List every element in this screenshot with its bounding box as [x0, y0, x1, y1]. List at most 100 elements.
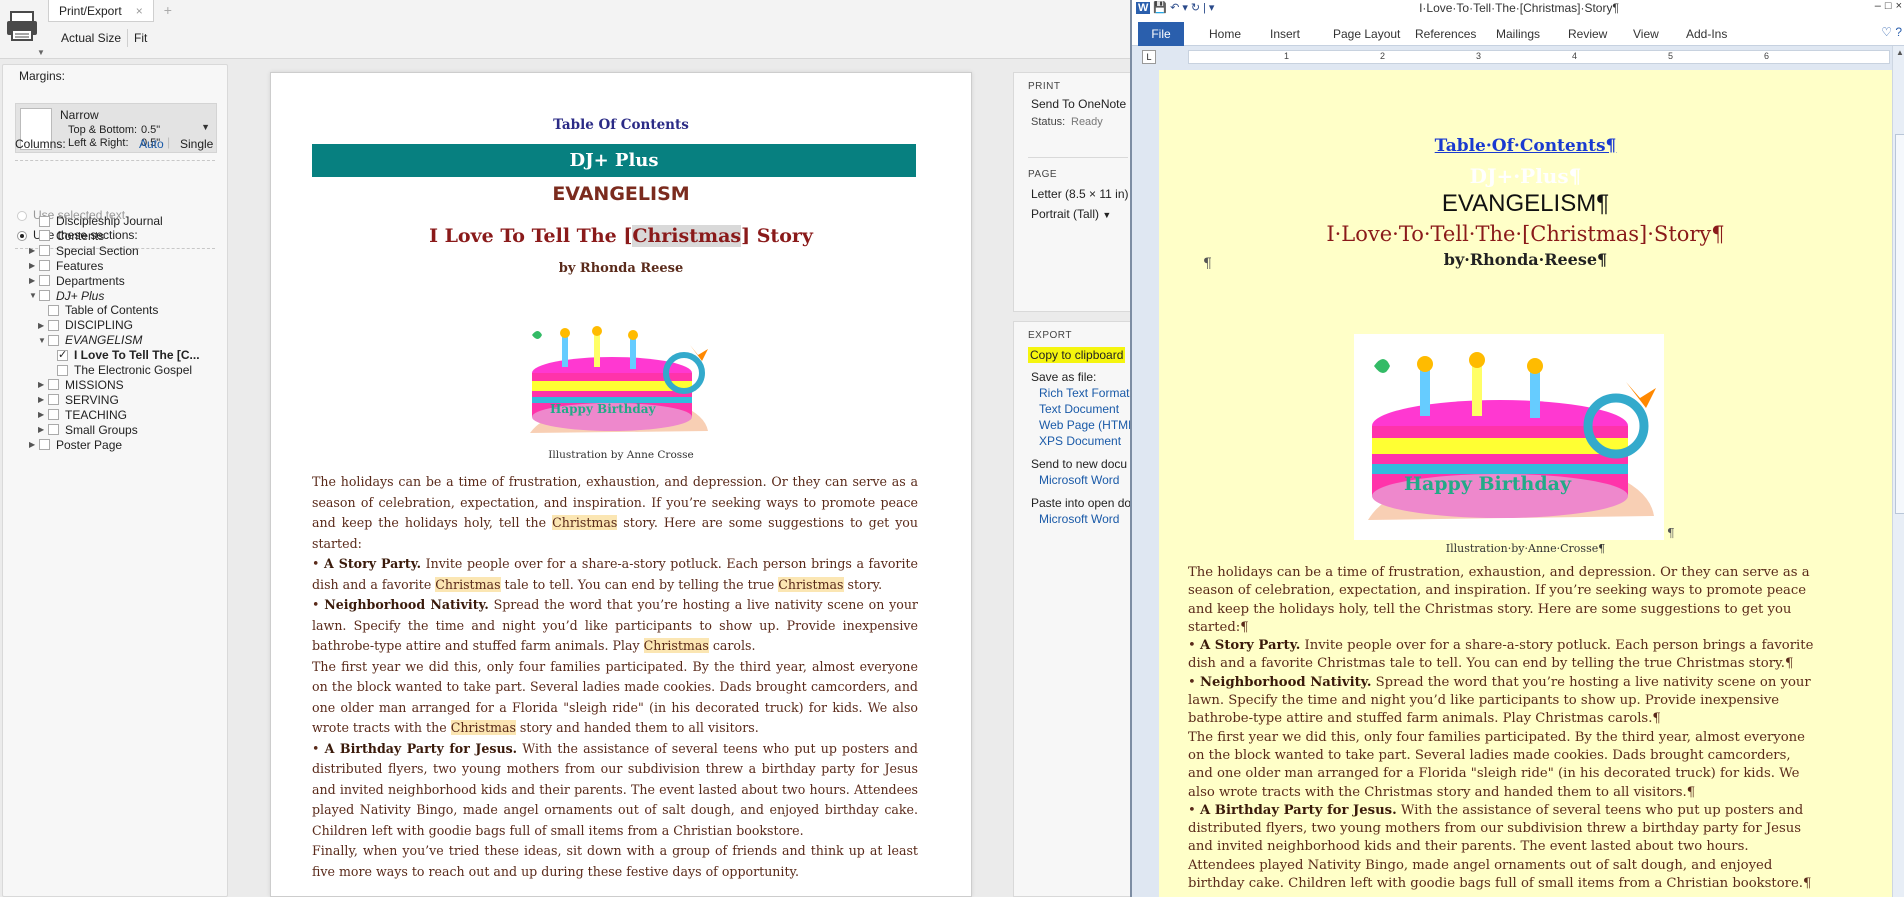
- tree-checkbox[interactable]: [48, 304, 59, 316]
- ribbon-minimize-icon[interactable]: ♡: [1881, 25, 1892, 39]
- chevron-down-icon: ▼: [1102, 210, 1112, 220]
- tab-stop-selector[interactable]: L: [1142, 50, 1156, 64]
- tree-item-label: SERVING: [65, 392, 119, 407]
- margins-label: Margins:: [19, 69, 66, 83]
- copy-to-clipboard-button[interactable]: Copy to clipboard: [1028, 347, 1126, 363]
- paragraph-text: Finally, when you’ve tried these ideas, …: [312, 843, 918, 879]
- collapse-icon[interactable]: ▼: [38, 336, 48, 345]
- tree-checkbox[interactable]: [39, 230, 50, 242]
- body-paragraph: The holidays can be a time of frustratio…: [312, 472, 918, 554]
- tab-view[interactable]: View: [1633, 27, 1659, 41]
- fit-button[interactable]: Fit: [128, 29, 153, 47]
- use-sections-radio[interactable]: [17, 231, 27, 241]
- status-value: Ready: [1071, 116, 1103, 128]
- tab-print-export[interactable]: Print/Export ×: [48, 0, 154, 22]
- tab-page-layout[interactable]: Page Layout: [1333, 27, 1400, 41]
- tree-checkbox[interactable]: [48, 319, 59, 331]
- doc-body[interactable]: The holidays can be a time of frustratio…: [1188, 564, 1818, 893]
- tree-item[interactable]: ▶ Poster Page: [29, 436, 122, 454]
- tree-checkbox[interactable]: [39, 215, 50, 227]
- tree-checkbox[interactable]: [48, 409, 59, 421]
- paste-open-word-link[interactable]: Microsoft Word: [1039, 512, 1119, 526]
- expand-icon[interactable]: ▶: [29, 276, 39, 285]
- export-panel: PRINT Send To OneNote 2 Status: Ready PA…: [1013, 72, 1136, 897]
- title-part: I Love To Tell The [: [429, 225, 633, 247]
- bullet-item: • Neighborhood Nativity. Spread the word…: [312, 595, 918, 657]
- print-export-app: ▼ Print/Export × + Actual Size Fit Margi…: [0, 0, 1136, 897]
- preview-title: I Love To Tell The [Christmas] Story: [271, 225, 971, 247]
- expand-icon[interactable]: ▶: [38, 380, 48, 389]
- use-selected-text-radio[interactable]: [17, 211, 27, 221]
- format-rtf-link[interactable]: Rich Text Format: [1039, 386, 1129, 400]
- expand-icon[interactable]: ▶: [38, 321, 48, 330]
- tree-checkbox[interactable]: [48, 379, 59, 391]
- ruler-number: 4: [1572, 51, 1578, 61]
- send-new-word-link[interactable]: Microsoft Word: [1039, 473, 1119, 487]
- tree-checkbox[interactable]: [39, 275, 50, 287]
- expand-icon[interactable]: ▶: [29, 246, 39, 255]
- expand-icon[interactable]: ▶: [29, 440, 39, 449]
- tree-checkbox[interactable]: [39, 290, 50, 301]
- actual-size-button[interactable]: Actual Size: [55, 29, 129, 47]
- tree-item-label: Features: [56, 258, 104, 273]
- expand-icon[interactable]: ▶: [38, 425, 48, 434]
- tab-home[interactable]: Home: [1209, 27, 1241, 41]
- tree-item-label: Small Groups: [65, 422, 138, 437]
- print-heading: PRINT: [1028, 81, 1061, 92]
- tab-review[interactable]: Review: [1568, 27, 1607, 41]
- tree-checkbox[interactable]: [48, 334, 59, 346]
- tab-mailings[interactable]: Mailings: [1496, 27, 1540, 41]
- minimize-icon[interactable]: –: [1875, 0, 1881, 12]
- collapse-icon[interactable]: ▼: [29, 291, 39, 300]
- close-icon[interactable]: ×: [1896, 0, 1902, 12]
- left-right-label: Left & Right:: [68, 137, 129, 149]
- save-as-file-label: Save as file:: [1031, 370, 1097, 384]
- send-onenote-button[interactable]: Send To OneNote 2: [1031, 97, 1136, 111]
- scroll-thumb[interactable]: [1895, 134, 1904, 514]
- word-document-page[interactable]: Table·Of·Contents¶ DJ+·Plus¶ EVANGELISM¶…: [1159, 70, 1892, 897]
- doc-toc-heading[interactable]: Table·Of·Contents¶: [1159, 136, 1892, 156]
- tree-checkbox[interactable]: [39, 260, 50, 272]
- paper-size-dropdown[interactable]: Letter (8.5 × 11 in): [1031, 187, 1129, 201]
- birthday-cake-illustration[interactable]: Happy Birthday: [1354, 334, 1664, 540]
- title-highlight: Christmas: [632, 225, 742, 247]
- columns-auto-button[interactable]: Auto: [139, 137, 164, 151]
- expand-icon[interactable]: ▶: [38, 410, 48, 419]
- printer-icon[interactable]: [4, 8, 40, 44]
- expand-icon[interactable]: ▶: [29, 261, 39, 270]
- columns-single-button[interactable]: Single: [180, 137, 213, 151]
- tab-add-ins[interactable]: Add-Ins: [1686, 27, 1727, 41]
- file-tab[interactable]: File: [1138, 22, 1184, 46]
- divider: [15, 160, 215, 161]
- format-xps-link[interactable]: XPS Document: [1039, 434, 1121, 448]
- top-bottom-label: Top & Bottom:: [68, 124, 138, 136]
- bullet-heading: A Story Party.: [1199, 638, 1301, 654]
- format-txt-link[interactable]: Text Document: [1039, 402, 1119, 416]
- print-menu-caret-icon[interactable]: ▼: [37, 48, 45, 57]
- tree-checkbox[interactable]: [48, 424, 59, 436]
- add-tab-icon[interactable]: +: [154, 0, 182, 22]
- tree-checkbox[interactable]: [48, 394, 59, 406]
- format-html-link[interactable]: Web Page (HTML: [1039, 418, 1135, 432]
- word-ribbon-tabs: File Home Insert Page Layout References …: [1132, 19, 1904, 46]
- expand-icon[interactable]: ▶: [38, 395, 48, 404]
- tab-insert[interactable]: Insert: [1270, 27, 1300, 41]
- tab-references[interactable]: References: [1415, 27, 1476, 41]
- help-icon[interactable]: ?: [1895, 25, 1902, 39]
- top-bottom-value: 0.5": [141, 124, 161, 136]
- tree-checkbox[interactable]: [39, 245, 50, 257]
- close-icon[interactable]: ×: [136, 4, 143, 18]
- tree-checkbox[interactable]: [39, 439, 50, 450]
- tree-checkbox[interactable]: [57, 364, 68, 376]
- pilcrow: ¶: [1240, 619, 1249, 635]
- scroll-up-icon[interactable]: ▲: [1896, 48, 1904, 57]
- bullet: •: [312, 740, 320, 756]
- dropdown-caret-icon: ▼: [201, 122, 210, 132]
- maximize-icon[interactable]: □: [1885, 0, 1892, 12]
- paragraph-text: The first year we did this, only four fa…: [1188, 729, 1805, 800]
- vertical-scrollbar[interactable]: ▲: [1892, 46, 1904, 897]
- tree-checkbox[interactable]: [57, 348, 68, 361]
- orientation-dropdown[interactable]: Portrait (Tall) ▼: [1031, 207, 1111, 221]
- tree-item-label: I Love To Tell The [C...: [74, 348, 200, 363]
- bullet-heading: Neighborhood Nativity.: [1199, 674, 1372, 690]
